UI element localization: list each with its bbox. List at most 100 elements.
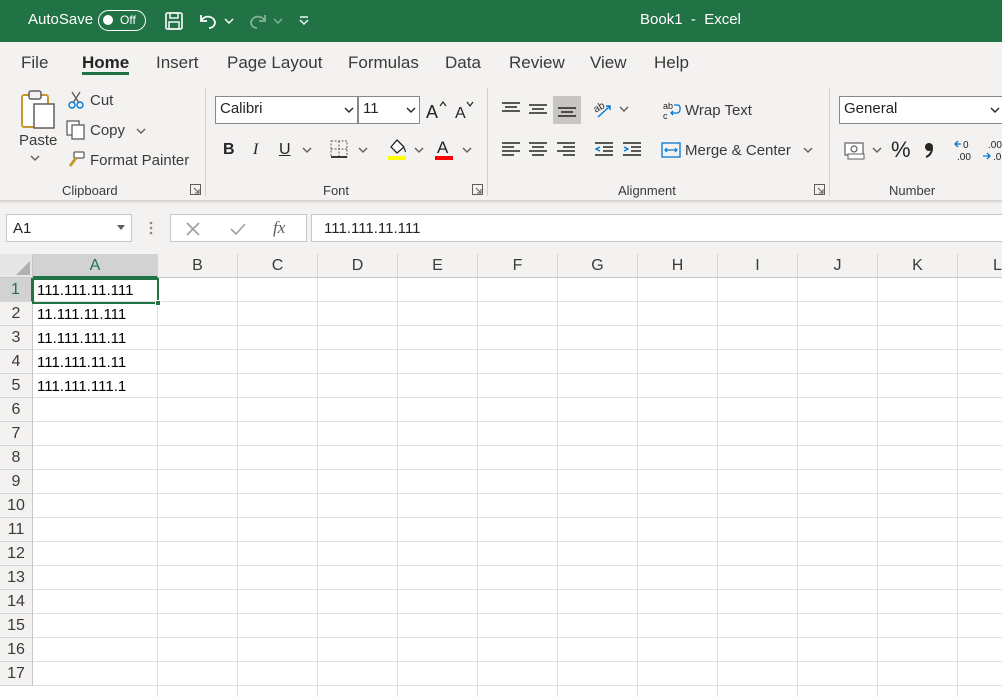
cell-a4[interactable]: 111.111.11.11	[34, 350, 158, 374]
merge-center-icon[interactable]	[660, 139, 682, 161]
column-header-e[interactable]: E	[398, 254, 478, 278]
font-color-dropdown-icon[interactable]	[460, 145, 474, 155]
tab-page-layout[interactable]: Page Layout	[227, 53, 322, 73]
paste-dropdown-icon[interactable]	[29, 153, 41, 163]
tab-data[interactable]: Data	[445, 53, 481, 73]
cancel-icon[interactable]	[185, 221, 201, 237]
merge-dropdown-icon[interactable]	[801, 145, 815, 155]
underline-button[interactable]: U	[279, 141, 291, 159]
customize-quick-access-icon[interactable]	[294, 9, 314, 33]
increase-indent-icon[interactable]	[619, 137, 645, 163]
orientation-icon[interactable]: ab	[591, 96, 615, 122]
column-header-l[interactable]: L	[958, 254, 1002, 278]
tab-review[interactable]: Review	[509, 53, 565, 73]
row-header-17[interactable]: 17	[0, 662, 33, 686]
column-header-b[interactable]: B	[158, 254, 238, 278]
column-header-d[interactable]: D	[318, 254, 398, 278]
tab-insert[interactable]: Insert	[156, 53, 199, 73]
cut-icon[interactable]	[67, 91, 85, 109]
decrease-font-size-icon[interactable]: A	[452, 98, 476, 122]
row-header-3[interactable]: 3	[0, 326, 33, 350]
undo-dropdown-icon[interactable]	[222, 9, 236, 33]
tab-home[interactable]: Home	[82, 53, 129, 73]
column-header-k[interactable]: K	[878, 254, 958, 278]
fill-color-dropdown-icon[interactable]	[412, 145, 426, 155]
cut-button[interactable]: Cut	[90, 92, 113, 109]
top-align-icon[interactable]	[498, 96, 524, 122]
row-header-10[interactable]: 10	[0, 494, 33, 518]
cell-a2[interactable]: 11.111.11.111	[34, 302, 158, 326]
row-header-6[interactable]: 6	[0, 398, 33, 422]
tab-help[interactable]: Help	[654, 53, 689, 73]
worksheet-grid[interactable]: A B C D E F G H I J K L 1 2 3 4 5 6 7 8 9 10 11 12 13 14 15 16 17 111…	[0, 254, 1002, 697]
column-header-i[interactable]: I	[718, 254, 798, 278]
row-header-4[interactable]: 4	[0, 350, 33, 374]
save-icon[interactable]	[162, 9, 186, 33]
row-header-14[interactable]: 14	[0, 590, 33, 614]
align-left-icon[interactable]	[498, 137, 524, 163]
fill-color-icon[interactable]	[385, 136, 409, 162]
copy-button[interactable]: Copy	[90, 122, 125, 139]
column-header-g[interactable]: G	[558, 254, 638, 278]
font-size-select[interactable]: 11	[358, 96, 420, 124]
column-header-a[interactable]: A	[33, 254, 158, 278]
tab-file[interactable]: File	[21, 53, 48, 73]
column-header-f[interactable]: F	[478, 254, 558, 278]
enter-icon[interactable]	[229, 221, 247, 237]
alignment-launcher-icon[interactable]	[814, 184, 825, 195]
middle-align-icon[interactable]	[525, 96, 551, 122]
row-header-13[interactable]: 13	[0, 566, 33, 590]
paste-icon[interactable]	[18, 88, 58, 132]
fill-handle[interactable]	[155, 300, 161, 306]
column-header-h[interactable]: H	[638, 254, 718, 278]
align-right-icon[interactable]	[553, 137, 579, 163]
underline-dropdown-icon[interactable]	[300, 145, 314, 155]
tab-view[interactable]: View	[590, 53, 627, 73]
font-launcher-icon[interactable]	[472, 184, 483, 195]
copy-dropdown-icon[interactable]	[135, 126, 147, 136]
align-center-icon[interactable]	[525, 137, 551, 163]
accounting-format-icon[interactable]	[843, 139, 867, 161]
orientation-dropdown-icon[interactable]	[617, 104, 631, 114]
wrap-text-button[interactable]: Wrap Text	[685, 102, 752, 119]
row-header-1[interactable]: 1	[0, 278, 33, 302]
font-color-icon[interactable]: A	[432, 136, 456, 162]
insert-function-button[interactable]: fx	[273, 218, 285, 238]
font-name-select[interactable]: Calibri	[215, 96, 358, 124]
autosave-toggle[interactable]: Off	[98, 10, 146, 31]
name-box[interactable]: A1	[6, 214, 132, 242]
format-painter-button[interactable]: Format Painter	[90, 152, 189, 169]
row-header-7[interactable]: 7	[0, 422, 33, 446]
tab-formulas[interactable]: Formulas	[348, 53, 419, 73]
comma-style-icon[interactable]	[919, 138, 939, 162]
formula-bar-grip-icon[interactable]	[146, 218, 156, 238]
paste-label[interactable]: Paste	[19, 132, 57, 149]
decrease-decimal-icon[interactable]: .00.0	[982, 137, 1002, 163]
bottom-align-icon[interactable]	[553, 96, 581, 124]
undo-icon[interactable]	[196, 9, 220, 33]
row-header-16[interactable]: 16	[0, 638, 33, 662]
clipboard-launcher-icon[interactable]	[190, 184, 201, 195]
row-header-12[interactable]: 12	[0, 542, 33, 566]
merge-center-button[interactable]: Merge & Center	[685, 142, 791, 159]
row-header-8[interactable]: 8	[0, 446, 33, 470]
formula-input[interactable]: 111.111.11.111	[311, 214, 1002, 242]
cell-a5[interactable]: 111.111.111.1	[34, 374, 158, 398]
italic-button[interactable]: I	[253, 141, 258, 159]
row-header-5[interactable]: 5	[0, 374, 33, 398]
name-box-dropdown-icon[interactable]	[117, 225, 125, 231]
number-format-select[interactable]: General	[839, 96, 1002, 124]
borders-dropdown-icon[interactable]	[356, 145, 370, 155]
bold-button[interactable]: B	[223, 141, 235, 159]
increase-decimal-icon[interactable]: 0.00	[953, 137, 979, 163]
column-header-c[interactable]: C	[238, 254, 318, 278]
copy-icon[interactable]	[66, 120, 86, 140]
increase-font-size-icon[interactable]: A	[424, 98, 448, 122]
format-painter-icon[interactable]	[66, 150, 86, 170]
cell-a3[interactable]: 11.111.111.11	[34, 326, 158, 350]
row-header-2[interactable]: 2	[0, 302, 33, 326]
decrease-indent-icon[interactable]	[591, 137, 617, 163]
row-header-11[interactable]: 11	[0, 518, 33, 542]
borders-icon[interactable]	[328, 138, 350, 160]
select-all-corner[interactable]	[0, 254, 33, 278]
